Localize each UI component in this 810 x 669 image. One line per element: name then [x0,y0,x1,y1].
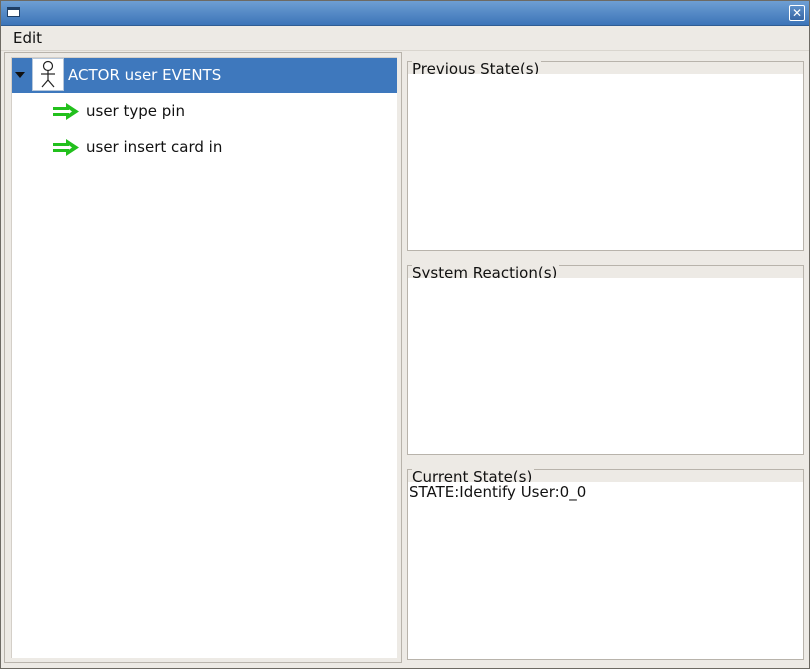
close-button[interactable]: ✕ [789,5,805,21]
green-arrow-icon [52,138,80,158]
tree-item-user-type-pin[interactable]: user type pin [12,95,397,130]
system-reactions-list[interactable] [408,278,803,454]
events-tree-panel: ACTOR user EVENTS user type pin user ins… [4,52,402,663]
current-states-list[interactable]: STATE:Identify User:0_0 [408,482,803,659]
green-arrow-icon [52,102,80,122]
expander-down-icon[interactable] [15,72,25,78]
current-states-group: Current State(s) STATE:Identify User:0_0 [407,468,804,660]
previous-states-list[interactable] [408,74,803,250]
tree-root-label: ACTOR user EVENTS [68,66,222,84]
tree-item-label: user insert card in [86,138,223,156]
tree-item-label: user type pin [86,102,185,120]
tree-item-user-insert-card-in[interactable]: user insert card in [12,131,397,166]
events-tree[interactable]: ACTOR user EVENTS user type pin user ins… [11,57,397,658]
tree-root-actor-events[interactable]: ACTOR user EVENTS [12,58,397,93]
window-icon [7,7,20,17]
system-reactions-group: System Reaction(s) [407,264,804,455]
menu-bar: Edit [1,26,809,51]
actor-icon [32,58,64,91]
current-state-item[interactable]: STATE:Identify User:0_0 [409,482,586,502]
menu-edit[interactable]: Edit [7,29,48,47]
previous-states-group: Previous State(s) [407,60,804,251]
title-bar[interactable]: ✕ [1,1,809,26]
app-window: ✕ Edit ACTOR user EVENTS user type pin u… [0,0,810,669]
